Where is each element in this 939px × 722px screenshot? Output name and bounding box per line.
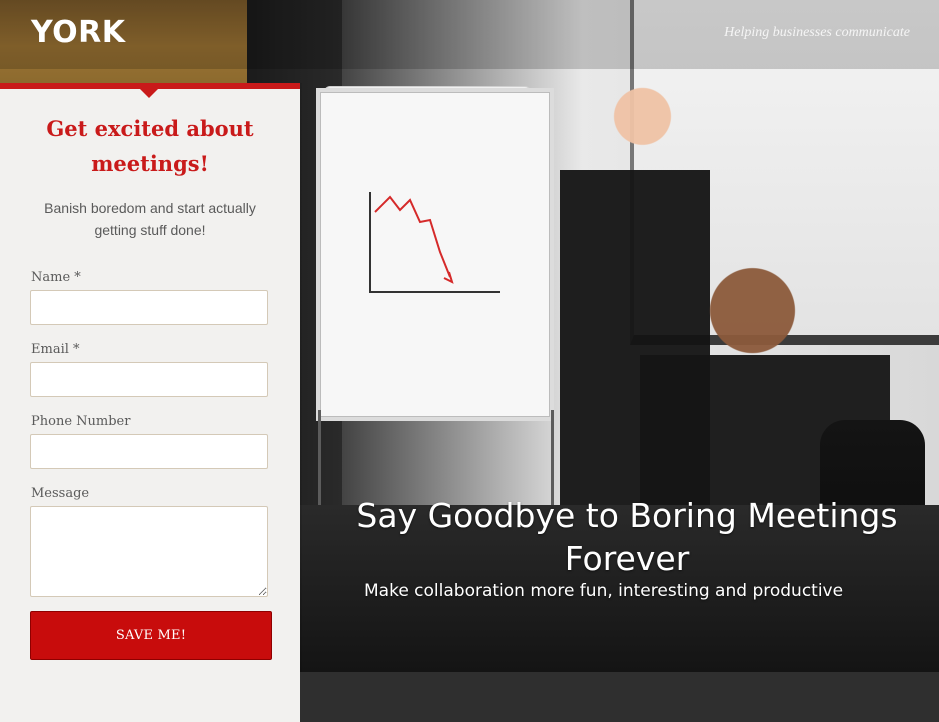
message-textarea[interactable] <box>30 506 268 597</box>
hero-title: Say Goodbye to Boring Meetings Forever <box>356 496 898 578</box>
hero-text-block: Say Goodbye to Boring Meetings Forever M… <box>352 494 902 604</box>
site-logo[interactable]: YORK <box>31 15 126 50</box>
hero-subtitle: Make collaboration more fun, interesting… <box>364 581 844 601</box>
site-tagline: Helping businesses communicate <box>724 25 910 40</box>
phone-label: Phone Number <box>31 414 131 429</box>
top-header: YORK Helping businesses communicate <box>0 0 939 69</box>
flipchart <box>316 88 554 421</box>
phone-input[interactable] <box>30 434 268 469</box>
save-me-button[interactable]: SAVE ME! <box>30 611 272 660</box>
name-input[interactable] <box>30 290 268 325</box>
email-input[interactable] <box>30 362 268 397</box>
form-title: Get excited about meetings! <box>46 116 254 176</box>
message-label: Message <box>31 486 90 501</box>
form-subtitle: Banish boredom and start actually gettin… <box>44 200 256 238</box>
bottom-dark-strip <box>300 672 939 722</box>
flipchart-graph-icon <box>369 192 500 293</box>
panel-notch-icon <box>140 89 158 98</box>
signup-form-panel: Get excited about meetings! Banish bored… <box>0 83 300 722</box>
email-label: Email * <box>31 342 80 357</box>
name-label: Name * <box>31 270 81 285</box>
